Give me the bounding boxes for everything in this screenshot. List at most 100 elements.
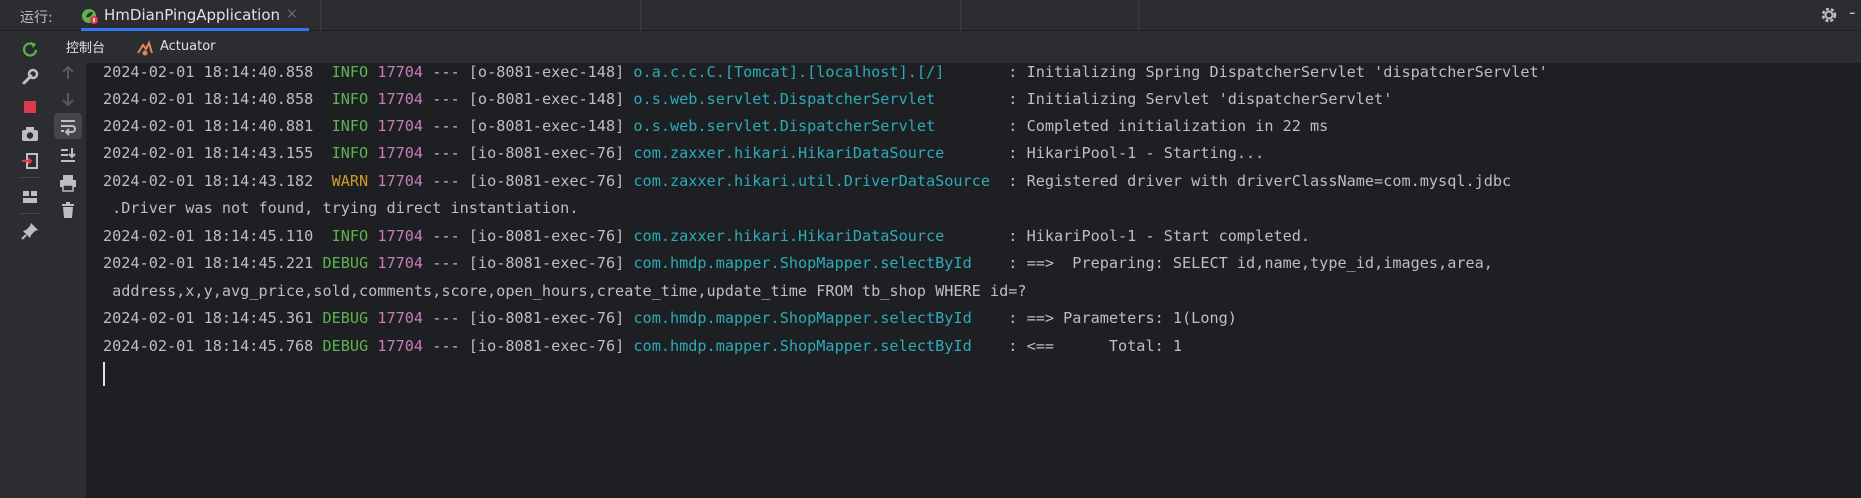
log-logger[interactable]: com.hmdp.mapper.ShopMapper.selectById — [633, 337, 999, 355]
log-logger[interactable]: com.zaxxer.hikari.HikariDataSource — [633, 227, 999, 245]
log-line: 2024-02-01 18:14:45.221 DEBUG 17704 --- … — [103, 254, 1493, 272]
toolbar-divider — [20, 213, 40, 214]
log-logger[interactable]: com.hmdp.mapper.ShopMapper.selectById — [633, 309, 999, 327]
log-timestamp: 2024-02-01 18:14:45.768 — [103, 337, 314, 355]
layout-icon[interactable] — [20, 187, 40, 207]
pin-icon[interactable] — [20, 221, 40, 241]
toolbar-divider — [20, 177, 40, 178]
tab-actuator[interactable]: Actuator — [160, 39, 216, 54]
log-line: 2024-02-01 18:14:40.858 INFO 17704 --- [… — [103, 90, 1392, 108]
log-timestamp: 2024-02-01 18:14:43.182 — [103, 172, 314, 190]
tab-divider — [1138, 0, 1139, 31]
console-tab-strip: 控制台 Actuator — [44, 31, 1861, 63]
log-logger[interactable]: o.s.web.servlet.DispatcherServlet — [633, 90, 999, 108]
tab-divider — [640, 0, 641, 31]
log-timestamp: 2024-02-01 18:14:45.361 — [103, 309, 314, 327]
log-pid: 17704 — [377, 117, 424, 135]
up-arrow-icon[interactable] — [58, 63, 78, 83]
minimize-icon[interactable]: - — [1849, 2, 1856, 23]
log-logger[interactable]: com.hmdp.mapper.ShopMapper.selectById — [633, 254, 999, 272]
log-message: : Completed initialization in 22 ms — [999, 117, 1329, 135]
log-logger[interactable]: com.zaxxer.hikari.util.DriverDataSource — [633, 172, 999, 190]
log-level: DEBUG — [322, 254, 369, 272]
log-message: : Initializing Spring DispatcherServlet … — [999, 63, 1548, 81]
tab-console[interactable]: 控制台 — [66, 37, 105, 56]
log-continuation: .Driver was not found, trying direct ins… — [103, 199, 579, 217]
log-message: : ==> Preparing: SELECT id,name,type_id,… — [999, 254, 1493, 272]
log-line: 2024-02-01 18:14:45.768 DEBUG 17704 --- … — [103, 337, 1182, 355]
log-pid: 17704 — [377, 254, 424, 272]
log-timestamp: 2024-02-01 18:14:40.858 — [103, 90, 314, 108]
log-line: 2024-02-01 18:14:45.110 INFO 17704 --- [… — [103, 227, 1310, 245]
soft-wrap-icon — [61, 120, 76, 136]
run-toolbar: 运行: HmDianPingApplication × - — [0, 0, 1861, 31]
log-level: DEBUG — [322, 309, 369, 327]
run-label: 运行: — [20, 10, 53, 26]
log-level: INFO — [322, 63, 369, 81]
gear-icon[interactable] — [1819, 5, 1839, 25]
print-icon[interactable] — [58, 173, 78, 193]
log-logger[interactable]: o.s.web.servlet.DispatcherServlet — [633, 117, 999, 135]
log-logger[interactable]: o.a.c.c.C.[Tomcat].[localhost].[/] — [633, 63, 999, 81]
exit-icon[interactable] — [20, 151, 40, 171]
log-thread: --- [io-8081-exec-76] — [432, 227, 625, 245]
log-pid: 17704 — [377, 337, 424, 355]
log-pid: 17704 — [377, 90, 424, 108]
console-output[interactable]: 2024-02-01 18:14:40.858 INFO 17704 --- [… — [86, 63, 1861, 498]
run-tab-label: HmDianPingApplication — [104, 6, 281, 24]
log-pid: 17704 — [377, 172, 424, 190]
log-timestamp: 2024-02-01 18:14:45.221 — [103, 254, 314, 272]
log-message: : Initializing Servlet 'dispatcherServle… — [999, 90, 1393, 108]
log-timestamp: 2024-02-01 18:14:45.110 — [103, 227, 314, 245]
actuator-icon — [137, 40, 153, 56]
stop-icon[interactable] — [20, 97, 40, 117]
log-message: : HikariPool-1 - Start completed. — [999, 227, 1311, 245]
log-line: 2024-02-01 18:14:40.881 INFO 17704 --- [… — [103, 117, 1328, 135]
log-pid: 17704 — [377, 144, 424, 162]
log-logger[interactable]: com.zaxxer.hikari.HikariDataSource — [633, 144, 999, 162]
console-side-toolbar — [52, 63, 86, 498]
log-thread: --- [o-8081-exec-148] — [432, 63, 625, 81]
spring-boot-icon — [82, 9, 98, 24]
log-level: DEBUG — [322, 337, 369, 355]
run-side-toolbar — [14, 31, 44, 498]
left-edge-strip — [0, 31, 15, 498]
log-timestamp: 2024-02-01 18:14:40.881 — [103, 117, 314, 135]
soft-wrap-toggle[interactable] — [54, 113, 82, 139]
log-level: INFO — [322, 144, 369, 162]
run-tab-hmdianping[interactable]: HmDianPingApplication × — [81, 0, 309, 31]
tab-divider — [320, 0, 321, 31]
log-line: 2024-02-01 18:14:43.182 WARN 17704 --- [… — [103, 172, 1511, 190]
log-continuation: address,x,y,avg_price,sold,comments,scor… — [103, 282, 1027, 300]
log-line: 2024-02-01 18:14:43.155 INFO 17704 --- [… — [103, 144, 1264, 162]
tab-divider — [960, 0, 961, 31]
log-level: INFO — [322, 227, 369, 245]
log-message: : ==> Parameters: 1(Long) — [999, 309, 1237, 327]
log-level: WARN — [322, 172, 369, 190]
log-pid: 17704 — [377, 227, 424, 245]
log-thread: --- [io-8081-exec-76] — [432, 309, 625, 327]
log-message: : Registered driver with driverClassName… — [999, 172, 1512, 190]
text-caret — [103, 362, 105, 386]
log-pid: 17704 — [377, 63, 424, 81]
log-thread: --- [o-8081-exec-148] — [432, 117, 625, 135]
log-line: 2024-02-01 18:14:45.361 DEBUG 17704 --- … — [103, 309, 1237, 327]
log-line: 2024-02-01 18:14:40.858 INFO 17704 --- [… — [103, 63, 1548, 81]
log-level: INFO — [322, 117, 369, 135]
camera-icon[interactable] — [20, 124, 40, 144]
scroll-to-end-icon[interactable] — [58, 145, 78, 165]
close-tab-icon[interactable]: × — [286, 6, 298, 22]
log-level: INFO — [322, 90, 369, 108]
trash-icon[interactable] — [58, 200, 78, 220]
log-timestamp: 2024-02-01 18:14:43.155 — [103, 144, 314, 162]
rerun-icon[interactable] — [20, 39, 40, 59]
log-timestamp: 2024-02-01 18:14:40.858 — [103, 63, 314, 81]
down-arrow-icon[interactable] — [58, 89, 78, 109]
log-thread: --- [o-8081-exec-148] — [432, 90, 625, 108]
log-thread: --- [io-8081-exec-76] — [432, 337, 625, 355]
log-thread: --- [io-8081-exec-76] — [432, 254, 625, 272]
log-thread: --- [io-8081-exec-76] — [432, 172, 625, 190]
wrench-icon[interactable] — [20, 67, 40, 87]
log-pid: 17704 — [377, 309, 424, 327]
log-thread: --- [io-8081-exec-76] — [432, 144, 625, 162]
